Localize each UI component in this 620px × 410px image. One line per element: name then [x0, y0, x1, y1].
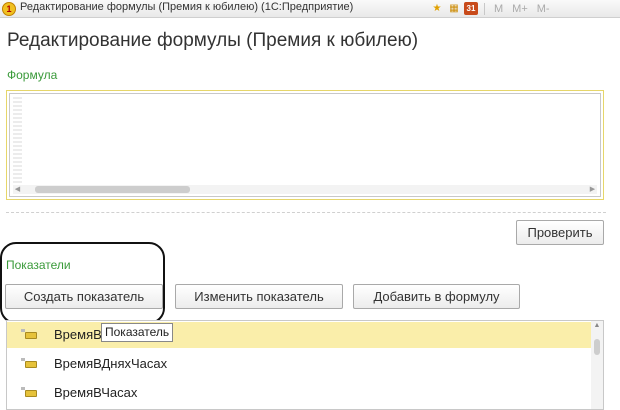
divider	[6, 212, 606, 213]
app-icon[interactable]: 1	[2, 2, 16, 16]
list-item-label: ВремяВЧасах	[54, 385, 138, 400]
list-item[interactable]: ВремяВДняхЧасах	[7, 351, 592, 377]
formula-horizontal-scrollbar[interactable]: ◀ ▶	[13, 185, 597, 194]
list-item-label: ВремяВДняхЧасах	[54, 356, 168, 371]
list-item-label: ВремяВ	[54, 327, 102, 342]
list-vertical-scrollbar[interactable]: ▲	[591, 321, 603, 409]
indicator-icon	[21, 387, 37, 397]
table-icon[interactable]: ▦	[447, 2, 461, 15]
create-indicator-button[interactable]: Создать показатель	[5, 284, 163, 309]
indicators-list[interactable]: ВремяВ ВремяВДняхЧасах ВремяВЧасах ▲	[6, 320, 604, 410]
scroll-up-icon[interactable]: ▲	[591, 321, 603, 331]
titlebar-tools: ★ ▦ 31 M M+ M-	[430, 0, 553, 17]
formula-field[interactable]: ◀ ▶	[6, 90, 604, 200]
indicators-label: Показатели	[6, 258, 71, 272]
calendar-icon[interactable]: 31	[464, 2, 478, 15]
list-item[interactable]: ВремяВ	[7, 322, 592, 348]
scroll-left-icon[interactable]: ◀	[13, 185, 22, 194]
scroll-right-icon[interactable]: ▶	[588, 185, 597, 194]
window-title: Редактирование формулы (Премия к юбилею)…	[20, 1, 354, 13]
list-item[interactable]: ВремяВЧасах	[7, 380, 592, 406]
titlebar-separator	[484, 2, 485, 15]
scrollbar-thumb[interactable]	[594, 339, 600, 355]
scrollbar-thumb[interactable]	[35, 186, 190, 193]
memory-plus-button[interactable]: M+	[509, 3, 531, 15]
tooltip: Показатель	[101, 323, 174, 342]
formula-editor[interactable]: ◀ ▶	[9, 93, 601, 197]
check-button[interactable]: Проверить	[516, 220, 604, 245]
formula-gutter	[13, 97, 22, 184]
memory-button[interactable]: M	[491, 3, 506, 15]
indicator-icon	[21, 329, 37, 339]
formula-label: Формула	[7, 68, 58, 82]
add-to-formula-button[interactable]: Добавить в формулу	[353, 284, 520, 309]
window-titlebar: 1 Редактирование формулы (Премия к юбиле…	[0, 0, 620, 18]
edit-indicator-button[interactable]: Изменить показатель	[175, 284, 343, 309]
star-icon[interactable]: ★	[430, 2, 444, 15]
indicator-icon	[21, 358, 37, 368]
annotation-circle	[0, 242, 165, 324]
memory-minus-button[interactable]: M-	[534, 3, 553, 15]
page-title: Редактирование формулы (Премия к юбилею)	[7, 30, 419, 51]
